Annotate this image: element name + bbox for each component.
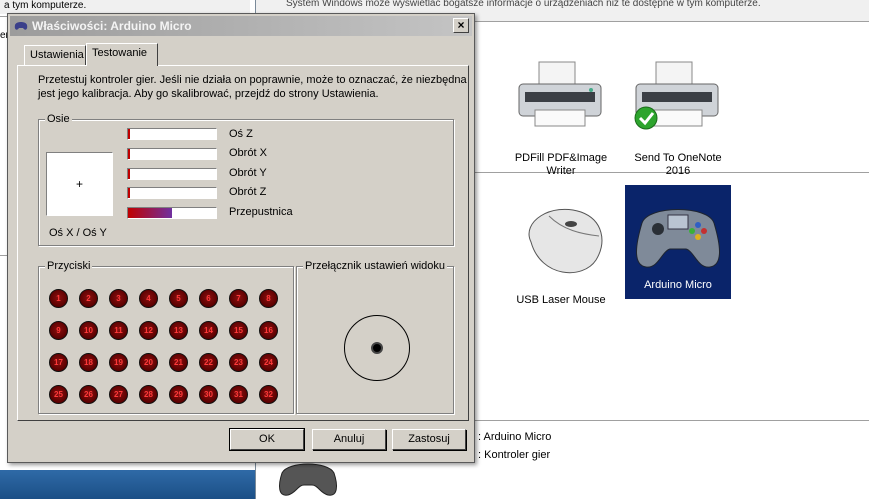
crosshair-icon: + [76, 177, 84, 191]
joystick-button-indicator: 25 [49, 385, 68, 404]
axis-bar-rz [127, 187, 217, 199]
close-button[interactable]: × [453, 18, 469, 33]
joystick-button-indicator: 12 [139, 321, 158, 340]
joystick-button-indicator: 17 [49, 353, 68, 372]
axis-bar-rx [127, 148, 217, 160]
axis-label-ry: Obrót Y [229, 167, 267, 179]
xy-axis-display: + [46, 152, 113, 216]
joystick-button-indicator: 15 [229, 321, 248, 340]
joystick-button-indicator: 24 [259, 353, 278, 372]
axis-label-rz: Obrót Z [229, 186, 267, 198]
joystick-button-indicator: 16 [259, 321, 278, 340]
axis-bar-ry [127, 168, 217, 180]
joystick-button-indicator: 18 [79, 353, 98, 372]
axis-fill [128, 149, 130, 159]
joystick-button-indicator: 30 [199, 385, 218, 404]
joystick-button-indicator: 20 [139, 353, 158, 372]
gamepad-small-icon [276, 457, 340, 497]
joystick-button-indicator: 6 [199, 289, 218, 308]
gamepad-title-icon [14, 22, 28, 30]
axes-group-title: Osie [45, 113, 72, 125]
device-label: Arduino Micro [644, 279, 712, 291]
axis-bar-z [127, 128, 217, 140]
device-send-to-onenote[interactable]: Send To OneNote 2016 [625, 60, 731, 178]
joystick-button-indicator: 5 [169, 289, 188, 308]
device-label: USB Laser Mouse [516, 294, 606, 306]
joystick-button-indicator: 27 [109, 385, 128, 404]
axis-fill [128, 129, 130, 139]
printer-icon [511, 60, 611, 150]
joystick-button-indicator: 1 [49, 289, 68, 308]
printer-default-icon [628, 60, 728, 150]
mouse-icon [511, 202, 611, 292]
joystick-button-indicator: 8 [259, 289, 278, 308]
joystick-button-indicator: 11 [109, 321, 128, 340]
buttons-group-title: Przyciski [45, 260, 93, 272]
joystick-button-indicator: 2 [79, 289, 98, 308]
axis-bar-throttle [127, 207, 217, 219]
joystick-button-indicator: 21 [169, 353, 188, 372]
xy-axis-label: Oś X / Oś Y [49, 227, 107, 239]
joystick-button-indicator: 13 [169, 321, 188, 340]
apply-button[interactable]: Zastosuj [392, 429, 466, 450]
tab-ustawienia[interactable]: Ustawienia [24, 45, 86, 65]
pov-indicator [371, 342, 383, 354]
joystick-button-indicator: 28 [139, 385, 158, 404]
properties-dialog: Właściwości: Arduino Micro × Ustawienia … [7, 13, 475, 463]
axis-label-z: Oś Z [229, 128, 253, 140]
device-usb-mouse[interactable]: USB Laser Mouse [508, 202, 614, 307]
joystick-button-indicator: 19 [109, 353, 128, 372]
joystick-button-indicator: 10 [79, 321, 98, 340]
axis-fill [128, 169, 130, 179]
device-label: PDFill PDF&Image Writer [514, 152, 608, 177]
joystick-button-indicator: 31 [229, 385, 248, 404]
detail-model: : Arduino Micro [478, 431, 552, 443]
joystick-button-indicator: 32 [259, 385, 278, 404]
ok-button[interactable]: OK [229, 428, 305, 451]
intro-text: Przetestuj kontroler gier. Jeśli nie dzi… [38, 74, 467, 100]
joystick-button-indicator: 14 [199, 321, 218, 340]
left-window-text: a tym komputerze. [0, 0, 250, 14]
tab-testowanie[interactable]: Testowanie [86, 43, 158, 66]
device-pdfill-printer[interactable]: PDFill PDF&Image Writer [508, 60, 614, 178]
cancel-button[interactable]: Anuluj [312, 429, 386, 450]
joystick-button-indicator: 23 [229, 353, 248, 372]
joystick-button-indicator: 29 [169, 385, 188, 404]
desktop-background [0, 470, 255, 499]
detail-category: : Kontroler gier [478, 449, 551, 461]
pov-group: Przełącznik ustawień widoku [296, 260, 454, 414]
gamepad-icon [628, 195, 728, 277]
joystick-button-indicator: 7 [229, 289, 248, 308]
joystick-button-indicator: 22 [199, 353, 218, 372]
dialog-title: Właściwości: Arduino Micro [32, 19, 192, 33]
joystick-button-indicator: 26 [79, 385, 98, 404]
joystick-button-indicator: 3 [109, 289, 128, 308]
axis-fill [128, 188, 130, 198]
axis-label-throttle: Przepustnica [229, 206, 293, 218]
device-label: Send To OneNote 2016 [634, 152, 722, 177]
pov-group-title: Przełącznik ustawień widoku [303, 260, 448, 272]
joystick-button-indicator: 4 [139, 289, 158, 308]
buttons-group: Przyciski 1 2 3 4 5 6 7 8 9 10 11 12 13 14 15 16 17 18 19 2… [38, 260, 294, 414]
axes-group: Osie + Oś X / Oś Y Oś Z Obrót X Obrót Y … [38, 113, 454, 246]
joystick-button-indicator: 9 [49, 321, 68, 340]
device-arduino-micro[interactable]: Arduino Micro [625, 185, 731, 299]
axis-label-rx: Obrót X [229, 147, 267, 159]
testing-panel: Przetestuj kontroler gier. Jeśli nie dzi… [17, 65, 469, 421]
dialog-titlebar[interactable]: Właściwości: Arduino Micro × [10, 16, 472, 36]
throttle-fill [128, 208, 172, 218]
